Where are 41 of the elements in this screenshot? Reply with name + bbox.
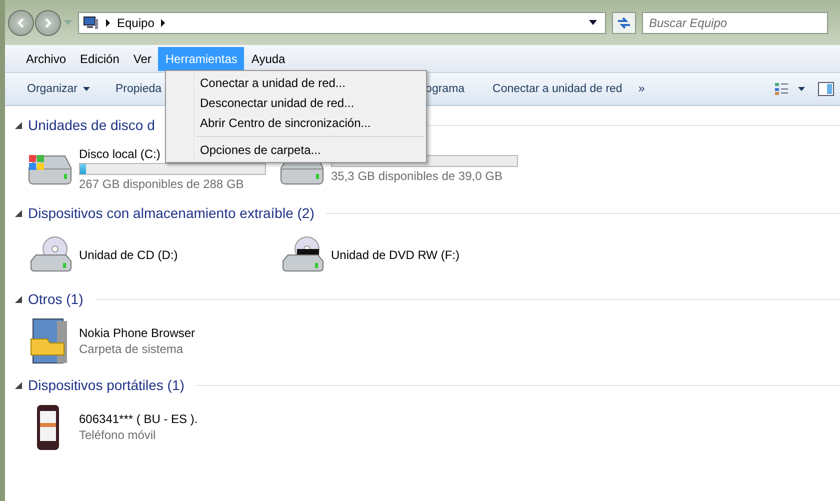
group-header[interactable]: Otros (1) (28, 291, 84, 307)
more-button[interactable]: » (630, 79, 653, 99)
item-detail: Carpeta de sistema (79, 342, 184, 356)
group-header[interactable]: Unidades de disco d (28, 117, 155, 133)
menu-option[interactable]: Conectar a unidad de red... (166, 73, 426, 93)
back-button[interactable] (8, 10, 34, 36)
menu-item[interactable]: Archivo (19, 46, 74, 70)
drive-name[interactable]: Nokia Phone Browser (79, 326, 196, 340)
item-detail: 267 GB disponibles de 288 GB (79, 177, 245, 191)
search-field[interactable]: Buscar Equipo (642, 12, 828, 34)
group-header[interactable]: Dispositivos con almacenamiento extraíble (2) (28, 205, 314, 221)
drive-name[interactable]: Unidad de DVD RW (F:) (331, 248, 460, 262)
group-header[interactable]: Dispositivos portátiles (1) (28, 377, 184, 393)
collapse-icon[interactable] (15, 210, 22, 216)
menu-option[interactable]: Desconectar unidad de red... (166, 93, 426, 113)
item-detail: Teléfono móvil (79, 428, 157, 442)
refresh-icon (616, 16, 632, 30)
collapse-icon[interactable] (15, 382, 22, 388)
address-bar[interactable]: Equipo (78, 12, 606, 34)
drive-name[interactable]: Unidad de CD (D:) (79, 248, 178, 262)
forward-button[interactable] (35, 10, 61, 36)
menu-option[interactable]: Opciones de carpeta... (166, 140, 426, 160)
collapse-icon[interactable] (15, 296, 22, 302)
menu-item[interactable]: Edición (73, 46, 126, 70)
chevron-icon (160, 18, 166, 26)
collapse-icon[interactable] (15, 122, 22, 128)
toolbar-button[interactable]: Conectar a unidad de red (484, 79, 630, 99)
drive-name[interactable]: 606341*** ( BU - ES ). (79, 412, 198, 426)
breadcrumb[interactable]: Equipo (117, 16, 154, 30)
toolbar-button[interactable]: Organizar (19, 79, 98, 99)
pane-icon (818, 82, 834, 96)
refresh-button[interactable] (612, 12, 636, 34)
hard-drive-icon (27, 152, 73, 186)
menu-item[interactable]: Ayuda (244, 46, 292, 70)
dropdown-icon[interactable] (589, 20, 597, 25)
chevron-icon (105, 18, 111, 26)
computer-icon (83, 16, 99, 30)
menu-option[interactable]: Abrir Centro de sincronización... (166, 113, 426, 133)
view-list-icon (774, 82, 806, 96)
menu-item[interactable]: Ver (126, 46, 158, 70)
item-detail: 35,3 GB disponibles de 39,0 GB (331, 169, 504, 183)
